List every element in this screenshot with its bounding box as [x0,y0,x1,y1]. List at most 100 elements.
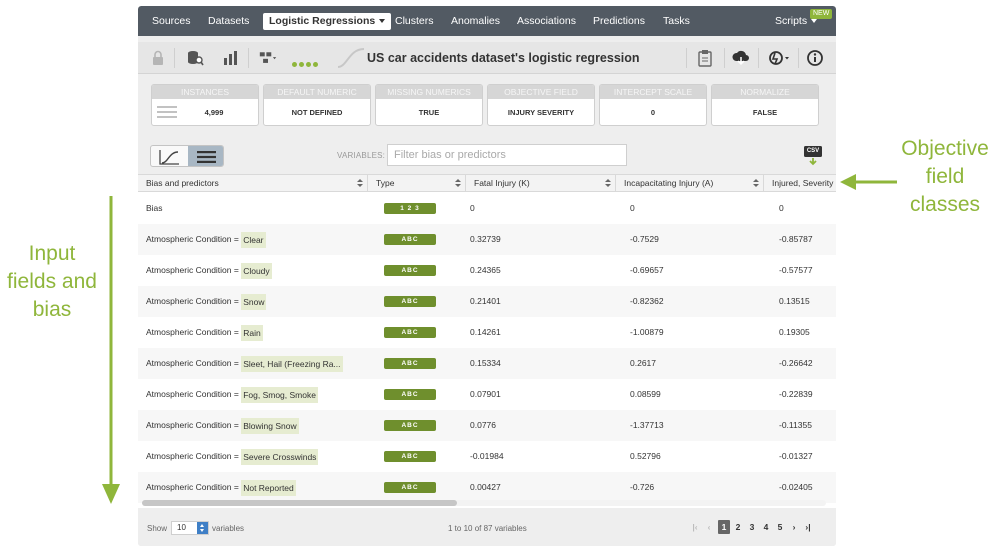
tree-model-icon[interactable] [259,49,277,67]
page-1[interactable]: 1 [718,520,730,534]
left-arrow-icon [840,174,897,190]
scrollbar-thumb[interactable] [142,500,457,506]
select-arrow-icon [197,522,208,534]
table-row[interactable]: Atmospheric Condition = Severe Crosswind… [138,441,836,472]
nav-predictions[interactable]: Predictions [593,6,645,36]
annotation-objective-classes: Objective field classes [901,137,989,216]
coefficient-cell: -0.726 [630,482,655,492]
table-row[interactable]: Atmospheric Condition = Snow ABC 0.21401 -0… [138,286,836,317]
first-page-icon[interactable]: |‹ [689,520,701,534]
nav-clusters[interactable]: Clusters [395,6,434,36]
cloud-download-icon[interactable] [732,49,750,67]
coefficient-cell: -0.22839 [779,389,813,399]
page-3[interactable]: 3 [746,520,758,534]
table-view-button[interactable] [188,146,223,166]
table-row[interactable]: Atmospheric Condition = Fog, Smog, Smoke… [138,379,836,410]
table-row[interactable]: Atmospheric Condition = Rain ABC 0.14261 -1… [138,317,836,348]
filter-input[interactable] [387,144,627,166]
predictor-field-prefix: Atmospheric Condition = [146,389,242,399]
summary-value: INJURY SEVERITY [507,108,575,117]
next-page-icon[interactable]: › [788,520,800,534]
field-type-badge: ABC [384,389,436,400]
nav-tasks[interactable]: Tasks [663,6,690,36]
predictor-name: Snow [241,293,267,310]
table-row[interactable]: Bias 1 2 3 0 0 0 [138,193,836,224]
table-row[interactable]: Atmospheric Condition = Not Reported ABC 0… [138,472,836,503]
predictor-field-prefix: Atmospheric Condition = [146,296,242,306]
table-row[interactable]: Atmospheric Condition = Sleet, Hail (Fre… [138,348,836,379]
column-header-type[interactable]: Type [368,175,466,192]
resource-toolbar: US car accidents dataset's logistic regr… [138,42,836,74]
info-icon[interactable] [806,49,824,67]
field-type-badge: ABC [384,327,436,338]
coefficient-cell: 0.19305 [779,327,810,337]
column-header-predictors[interactable]: Bias and predictors [138,175,368,192]
summary-objective-field: OBJECTIVE FIELD INJURY SEVERITY [487,84,595,126]
nav-datasets[interactable]: Datasets [208,6,249,36]
predictor-cell: Atmospheric Condition = Clear [146,224,266,255]
column-header-injured[interactable]: Injured, Severity [764,175,836,192]
field-type-badge: ABC [384,265,436,276]
summary-value: TRUE [418,108,440,117]
predictor-name: Bias [146,203,163,213]
chart-icon[interactable] [222,49,240,67]
nav-logistic-regressions-label: Logistic Regressions [269,15,376,27]
prev-page-icon[interactable]: ‹ [703,520,715,534]
column-label: Incapacitating Injury (A) [624,178,714,188]
page-2[interactable]: 2 [732,520,744,534]
page-5[interactable]: 5 [774,520,786,534]
app-window: Sources Datasets Logistic Regressions Cl… [138,6,836,546]
coefficient-cell: -1.00879 [630,327,664,337]
summary-value: 0 [650,108,656,117]
table-header: Bias and predictors Type Fatal Injury (K… [138,174,836,192]
clipboard-icon[interactable] [696,49,714,67]
toolbar-divider [798,48,799,68]
coefficient-cell: -0.57577 [779,265,813,275]
summary-label: INSTANCES [152,85,258,99]
top-nav: Sources Datasets Logistic Regressions Cl… [138,6,836,36]
coefficient-cell: -0.82362 [630,296,664,306]
nav-anomalies[interactable]: Anomalies [451,6,500,36]
column-header-fatal[interactable]: Fatal Injury (K) [466,175,616,192]
horizontal-scrollbar[interactable] [142,500,826,506]
predictor-name: Blowing Snow [241,417,299,434]
table-row[interactable]: Atmospheric Condition = Clear ABC 0.32739 -… [138,224,836,255]
predictor-field-prefix: Atmospheric Condition = [146,420,242,430]
page-4[interactable]: 4 [760,520,772,534]
coefficient-cell: 0.13515 [779,296,810,306]
predictor-field-prefix: Atmospheric Condition = [146,451,242,461]
rows-icon [157,106,177,118]
coefficient-cell: 0.14261 [470,327,501,337]
dataset-search-icon[interactable] [186,49,204,67]
page-size-select[interactable]: 10 [171,521,209,535]
predictor-field-prefix: Atmospheric Condition = [146,358,242,368]
sort-icon [605,179,611,188]
variables-label: VARIABLES: [337,151,386,160]
sort-icon [357,179,363,188]
table-row[interactable]: Atmospheric Condition = Cloudy ABC 0.24365… [138,255,836,286]
new-badge: NEW [810,9,833,19]
coefficient-cell: 0.52796 [630,451,661,461]
page-size-value: 10 [177,523,186,532]
csv-download-button[interactable]: CSV [804,146,822,166]
column-header-incapacitating[interactable]: Incapacitating Injury (A) [616,175,764,192]
coefficient-cell: 0 [470,203,475,213]
nav-sources[interactable]: Sources [152,6,191,36]
predictor-name: Severe Crosswinds [241,448,319,465]
nav-associations[interactable]: Associations [517,6,576,36]
nav-logistic-regressions[interactable]: Logistic Regressions [263,13,392,30]
coefficient-cell: -0.11355 [779,420,812,430]
actions-icon[interactable] [768,49,792,67]
table-row[interactable]: Atmospheric Condition = Blowing Snow ABC 0… [138,410,836,441]
summary-intercept-scale: INTERCEPT SCALE 0 [599,84,707,126]
coefficient-cell: 0 [630,203,635,213]
coefficient-cell: 0.0776 [470,420,496,430]
coefficient-cell: 0.32739 [470,234,501,244]
predictor-field-prefix: Atmospheric Condition = [146,482,242,492]
coefficient-cell: -0.85787 [779,234,813,244]
coefficient-cell: -0.7529 [630,234,659,244]
sort-icon [753,179,759,188]
last-page-icon[interactable]: ›| [802,520,814,534]
chart-view-button[interactable] [151,146,188,166]
predictor-name: Cloudy [241,262,272,279]
